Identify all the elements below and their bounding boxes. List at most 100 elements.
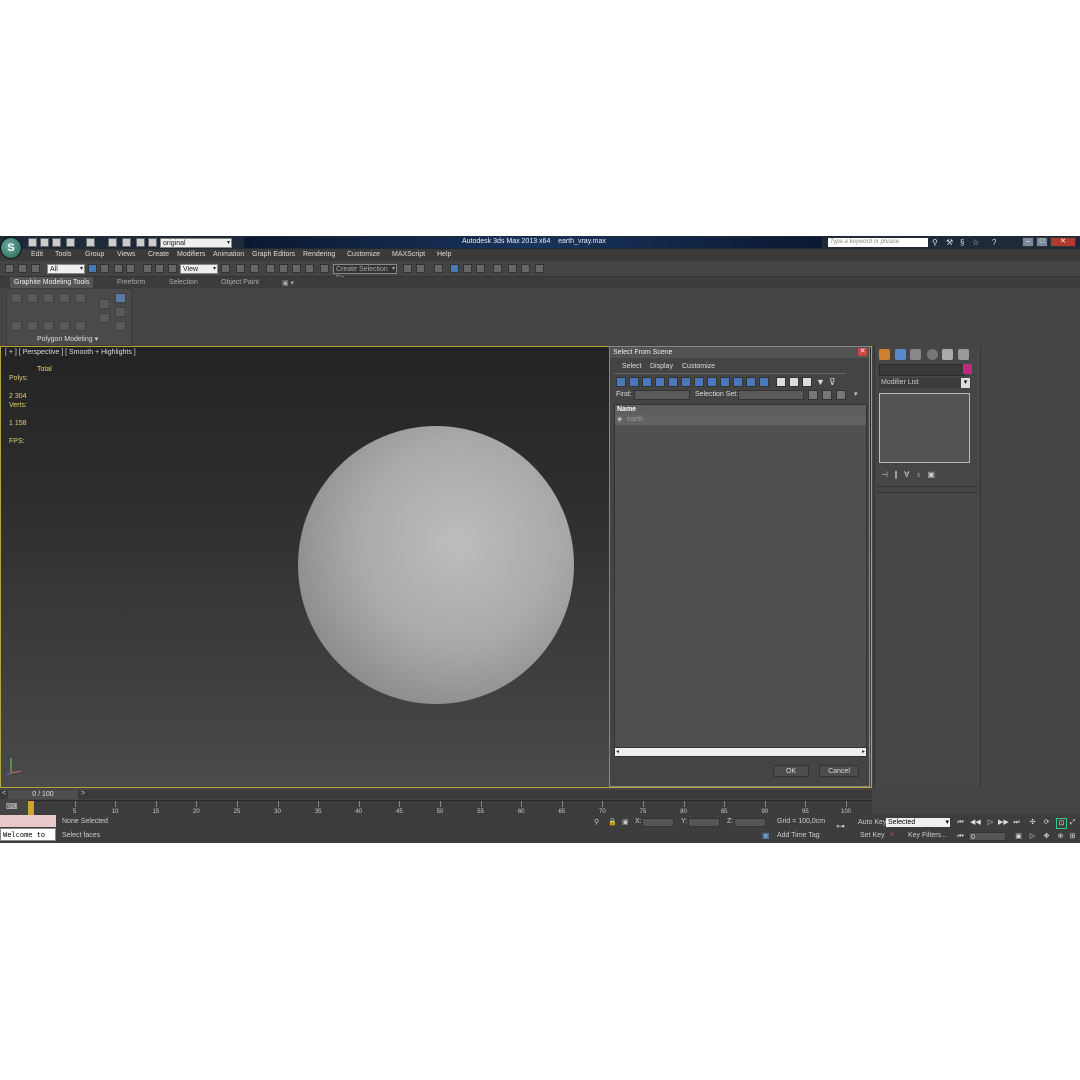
collapse-stack-icon[interactable] (99, 313, 110, 323)
motion-tab-icon[interactable] (927, 349, 938, 360)
preserve-uvs-icon[interactable] (43, 321, 54, 331)
search-input[interactable]: Type a keyword or phrase (828, 238, 928, 247)
pan-icon[interactable]: ✣ (1028, 818, 1037, 827)
z-coordinate-field[interactable] (734, 818, 766, 827)
key-mode-dropdown[interactable]: Selected ▾ (886, 818, 950, 827)
curve-editor-icon[interactable] (463, 264, 472, 273)
go-to-start-icon[interactable]: ⏮ (956, 818, 965, 827)
menu-graph-editors[interactable]: Graph Editors (252, 251, 295, 258)
select-invert-icon[interactable] (802, 377, 812, 387)
menu-edit[interactable]: Edit (31, 251, 43, 258)
time-slider[interactable]: < 0 / 100 > (0, 790, 872, 799)
menu-modifiers[interactable]: Modifiers (177, 251, 205, 258)
rectangular-selection-icon[interactable] (114, 264, 123, 273)
layer-manager-icon[interactable] (434, 264, 443, 273)
maximize-button[interactable]: □ (1036, 237, 1048, 247)
chevron-down-icon[interactable]: ▾ (854, 390, 858, 398)
previous-modifier-icon[interactable] (11, 321, 22, 331)
horizontal-scrollbar[interactable]: ◂ ▸ (615, 747, 866, 756)
select-none-icon[interactable] (789, 377, 799, 387)
utilities-tab-icon[interactable] (958, 349, 969, 360)
edit-named-selection-icon[interactable] (320, 264, 329, 273)
time-tag-icon[interactable]: ▣ (762, 831, 770, 840)
x-coordinate-field[interactable] (642, 818, 674, 827)
previous-frame-icon[interactable]: < (2, 790, 6, 797)
project-folder-icon[interactable] (136, 238, 145, 247)
maxscript-listener-top[interactable] (0, 815, 56, 827)
remove-modifier-icon[interactable]: ♁ (915, 470, 927, 479)
new-file-icon[interactable] (28, 238, 37, 247)
zoom-all-icon[interactable]: ⊕ (1056, 832, 1065, 841)
time-slider-thumb[interactable]: 0 / 100 (8, 790, 78, 799)
configure-modifier-sets-icon[interactable]: ▣ (927, 470, 941, 479)
scene-object-list[interactable]: Name ◈ earth ◂ ▸ (614, 404, 867, 757)
redo-icon[interactable] (86, 238, 95, 247)
workspace-icon[interactable] (148, 238, 157, 247)
spinner-snap-icon[interactable] (305, 264, 314, 273)
set-key-icon[interactable]: ⊶ (836, 821, 845, 832)
sync-selection-icon[interactable]: ⊽ (829, 377, 836, 388)
material-editor-icon[interactable] (493, 264, 502, 273)
column-header-name[interactable]: Name (615, 405, 866, 415)
menu-help[interactable]: Help (437, 251, 451, 258)
ignore-backfacing-icon[interactable] (59, 321, 70, 331)
list-item[interactable]: ◈ earth (615, 415, 866, 425)
play-icon[interactable]: ▷ (986, 818, 995, 827)
display-hidden-icon[interactable] (759, 377, 769, 387)
use-displacement-icon[interactable] (115, 321, 126, 331)
object-name-field[interactable] (879, 364, 965, 376)
viewport-label[interactable]: [ + ] [ Perspective ] [ Smooth + Highlig… (5, 349, 136, 356)
display-space-warps-icon[interactable] (681, 377, 691, 387)
time-configuration-icon[interactable]: ▣ (1014, 832, 1023, 841)
snaps-toggle-icon[interactable] (266, 264, 275, 273)
display-xrefs-icon[interactable] (707, 377, 717, 387)
mini-curve-editor-icon[interactable]: ⌨ (6, 802, 18, 811)
select-manipulate-icon[interactable] (236, 264, 245, 273)
help-icon[interactable]: ? (992, 238, 996, 247)
maximize-viewport-icon[interactable]: ⤢ (1068, 818, 1077, 827)
scale-icon[interactable] (168, 264, 177, 273)
scroll-right-icon[interactable]: ▸ (862, 748, 865, 755)
keyboard-shortcut-icon[interactable] (250, 264, 259, 273)
previous-key-icon[interactable]: ◀◀ (970, 818, 981, 827)
vertex-mode-icon[interactable] (11, 293, 22, 303)
display-cameras-icon[interactable] (655, 377, 665, 387)
auto-key-button[interactable]: Auto Key (858, 819, 886, 826)
tab-freeform[interactable]: Freeform (117, 279, 145, 286)
tab-object-paint[interactable]: Object Paint (221, 279, 259, 286)
rendered-frame-window-icon[interactable] (521, 264, 530, 273)
percent-snap-icon[interactable] (292, 264, 301, 273)
element-mode-icon[interactable] (75, 293, 86, 303)
select-by-name-icon[interactable] (100, 264, 109, 273)
display-bones-icon[interactable] (720, 377, 730, 387)
scroll-left-icon[interactable]: ◂ (616, 748, 619, 755)
key-mode-toggle-icon[interactable]: ⏮ (956, 832, 965, 841)
remove-from-selection-set-icon[interactable] (836, 390, 846, 400)
menu-rendering[interactable]: Rendering (303, 251, 335, 258)
make-unique-icon[interactable]: ∀ (904, 470, 915, 479)
select-object-icon[interactable] (88, 264, 97, 273)
reference-coordinate-dropdown[interactable]: View ▾ (180, 264, 218, 274)
current-frame-field[interactable]: 0 (968, 832, 1006, 841)
show-end-result-icon[interactable] (115, 293, 126, 303)
dialog-menu-select[interactable]: Select (622, 363, 641, 370)
unlink-icon[interactable] (18, 264, 27, 273)
display-geometry-icon[interactable] (616, 377, 626, 387)
next-modifier-icon[interactable] (27, 321, 38, 331)
binoculars-icon[interactable]: ⚲ (932, 238, 938, 247)
earth-sphere-object[interactable] (298, 426, 574, 704)
rotate-icon[interactable] (155, 264, 164, 273)
menu-maxscript[interactable]: MAXScript (392, 251, 425, 258)
hierarchy-tab-icon[interactable] (910, 349, 921, 360)
add-time-tag[interactable]: Add Time Tag (777, 832, 820, 839)
border-mode-icon[interactable] (43, 293, 54, 303)
menu-group[interactable]: Group (85, 251, 104, 258)
region-zoom-icon[interactable]: ⊞ (1068, 832, 1077, 841)
angle-snap-icon[interactable] (279, 264, 288, 273)
menu-create[interactable]: Create (148, 251, 169, 258)
tab-selection[interactable]: Selection (169, 279, 198, 286)
bind-space-warp-icon[interactable] (31, 264, 40, 273)
find-input[interactable] (634, 390, 690, 400)
menu-tools[interactable]: Tools (55, 251, 71, 258)
menu-animation[interactable]: Animation (213, 251, 244, 258)
